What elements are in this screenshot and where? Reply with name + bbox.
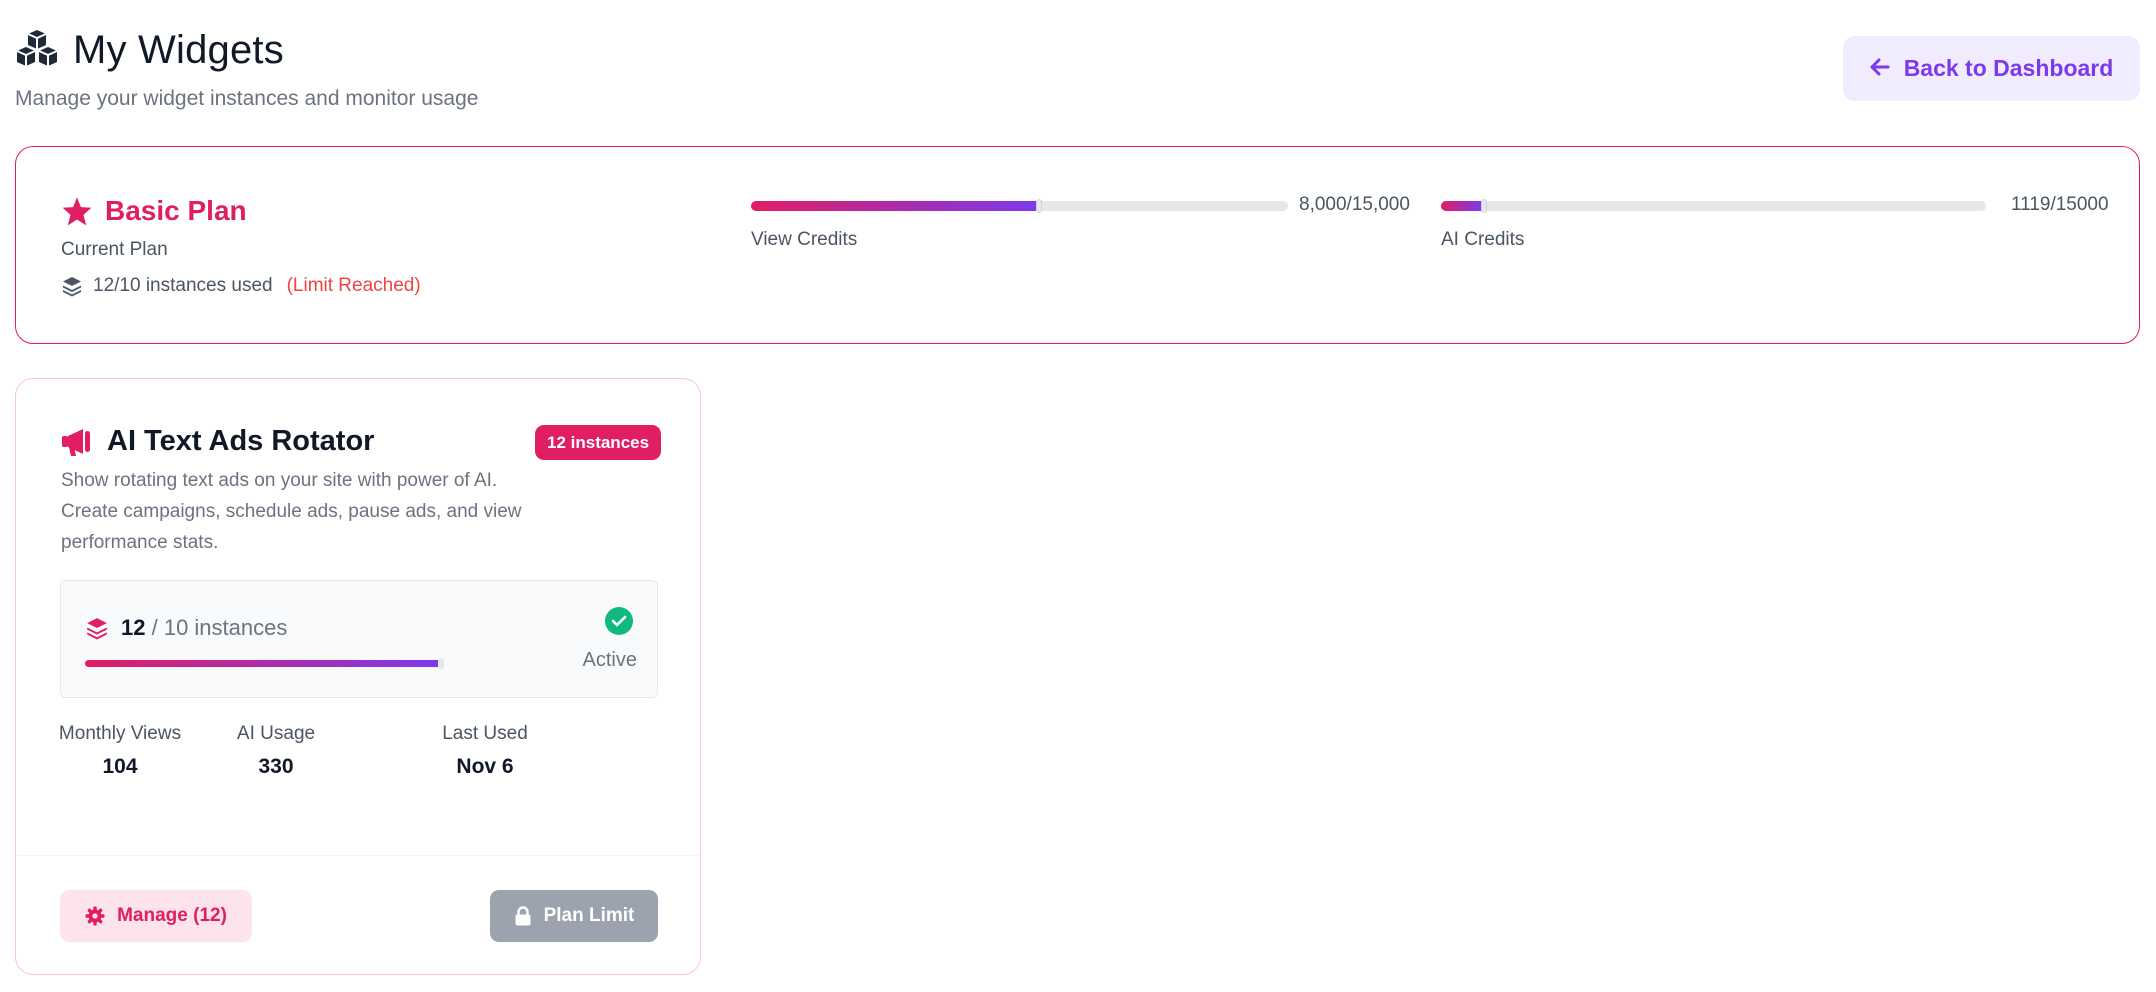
instances-used-text: 12/10 instances used bbox=[93, 275, 273, 296]
plan-limit-button[interactable]: Plan Limit bbox=[490, 890, 658, 942]
back-to-dashboard-button[interactable]: Back to Dashboard bbox=[1843, 36, 2140, 101]
plan-limit-label: Plan Limit bbox=[543, 905, 635, 926]
ai-credits-value: 1119/15000 bbox=[2011, 194, 2109, 215]
lock-icon bbox=[514, 906, 532, 926]
stat-label: Last Used bbox=[442, 723, 528, 744]
view-credits-label: View Credits bbox=[751, 229, 858, 250]
instance-usage-box: 12 / 10 instances Active bbox=[60, 580, 658, 698]
limit-reached-text: (Limit Reached) bbox=[286, 275, 421, 296]
megaphone-icon bbox=[61, 427, 93, 457]
plan-name: Basic Plan bbox=[105, 195, 247, 226]
widget-card: AI Text Ads Rotator 12 instances Show ro… bbox=[15, 378, 701, 975]
manage-button[interactable]: Manage (12) bbox=[60, 890, 252, 942]
stat-value: Nov 6 bbox=[456, 755, 514, 778]
ai-credits-fill bbox=[1441, 201, 1482, 211]
widget-stats: Monthly Views 104 AI Usage 330 Last Used… bbox=[59, 723, 660, 783]
manage-button-label: Manage (12) bbox=[117, 905, 227, 926]
ai-credits-label: AI Credits bbox=[1441, 229, 1525, 250]
stat-value: 104 bbox=[102, 755, 138, 778]
arrow-left-icon bbox=[1870, 55, 1890, 82]
layers-icon bbox=[61, 275, 83, 297]
page-title: My Widgets bbox=[73, 28, 284, 72]
instance-usage-bar bbox=[85, 660, 443, 667]
ai-credits-track bbox=[1441, 201, 1986, 211]
plan-card: Basic Plan Current Plan 12/10 instances … bbox=[15, 146, 2140, 344]
check-circle-icon bbox=[605, 607, 633, 635]
page-header: My Widgets Manage your widget instances … bbox=[15, 28, 478, 111]
stat-ai-usage: AI Usage 330 bbox=[196, 723, 356, 779]
star-icon bbox=[61, 196, 93, 226]
instances-total-text: / 10 instances bbox=[151, 615, 288, 640]
cubes-icon bbox=[15, 28, 59, 73]
plan-subtitle: Current Plan bbox=[61, 239, 168, 260]
stat-value: 330 bbox=[258, 755, 294, 778]
plan-instances: 12/10 instances used (Limit Reached) bbox=[61, 275, 421, 297]
stat-label: Monthly Views bbox=[58, 723, 182, 744]
layers-icon bbox=[85, 616, 109, 640]
page-subtitle: Manage your widget instances and monitor… bbox=[15, 87, 479, 110]
status-text: Active bbox=[582, 649, 637, 671]
gear-icon bbox=[85, 906, 105, 926]
card-divider bbox=[16, 855, 700, 856]
instances-used-count: 12 bbox=[121, 615, 146, 640]
instance-usage-knob bbox=[438, 658, 444, 669]
view-credits-fill bbox=[751, 201, 1037, 211]
stat-last-used: Last Used Nov 6 bbox=[405, 723, 565, 779]
ai-credits-knob bbox=[1481, 199, 1487, 213]
view-credits-value: 8,000/15,000 bbox=[1299, 194, 1410, 215]
widget-title: AI Text Ads Rotator bbox=[107, 425, 375, 457]
stat-monthly-views: Monthly Views 104 bbox=[40, 723, 200, 779]
view-credits-knob bbox=[1036, 199, 1042, 213]
stat-label: AI Usage bbox=[236, 723, 316, 744]
instances-badge: 12 instances bbox=[535, 425, 662, 460]
widget-description: Show rotating text ads on your site with… bbox=[61, 470, 522, 553]
back-button-label: Back to Dashboard bbox=[1903, 55, 2114, 81]
